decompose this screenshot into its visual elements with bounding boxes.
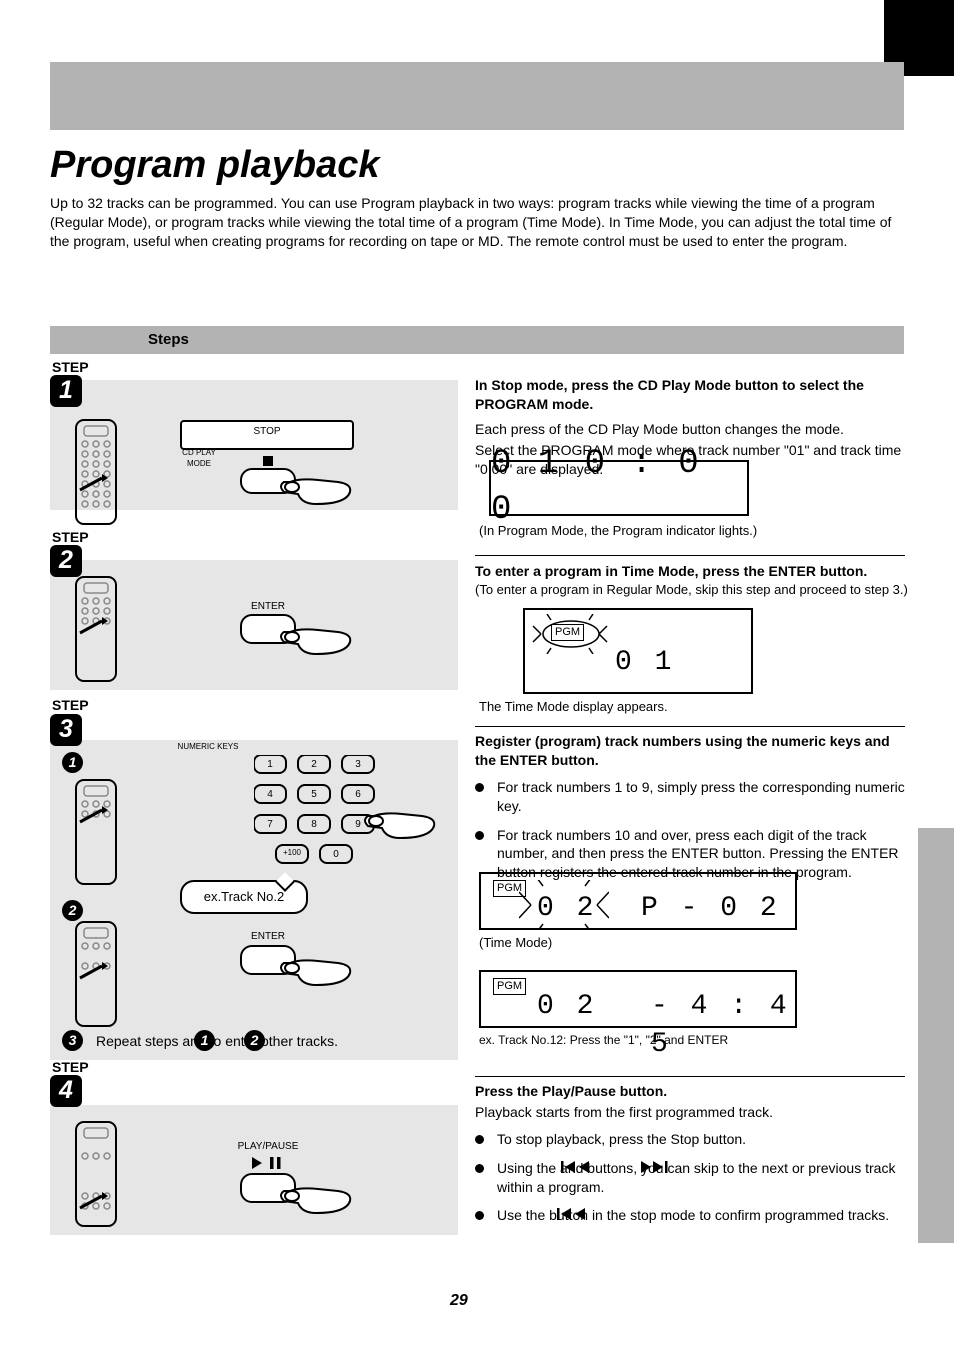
hand-pointer-icon — [278, 1183, 358, 1223]
r2-title: To enter a program in Time Mode, press t… — [475, 562, 911, 581]
hand-pointer-icon — [278, 955, 358, 995]
numkey-7[interactable]: 7 — [254, 818, 286, 832]
remote-control-icon — [74, 1120, 118, 1228]
right-step2: To enter a program in Time Mode, press t… — [475, 562, 911, 598]
numkey-plus100[interactable]: +100 — [276, 848, 308, 859]
r2-lcd: 0 1 PGM — [523, 608, 753, 694]
remote-control-icon — [74, 778, 118, 886]
skip-back-icon — [561, 1161, 589, 1173]
step3-number: 3 — [50, 714, 82, 746]
skip-back-icon — [557, 1208, 585, 1220]
flash-burst-icon — [531, 614, 611, 654]
play-pause-label: PLAY/PAUSE — [225, 1140, 311, 1154]
divider — [475, 1076, 905, 1077]
numkey-3[interactable]: 3 — [342, 758, 374, 772]
divider — [475, 555, 905, 556]
hand-pointer-icon — [278, 474, 358, 514]
r1-lcd-text: 0 1 0 : 0 0 — [491, 462, 747, 514]
step3-repeat-text: Repeat steps and to enter other tracks. — [96, 1032, 456, 1051]
r3-lcd1-right: P - 0 2 — [641, 890, 780, 928]
r1-lcd-wrap: 0 1 0 : 0 0 (In Program Mode, the Progra… — [475, 460, 911, 540]
r4-bullet2: Using the and buttons, you can skip to t… — [475, 1159, 911, 1197]
step-label: STEP — [52, 528, 89, 547]
r3-lcd2-wrap: PGM 0 2 - 4 : 4 5 ex. Track No.12: Press… — [475, 970, 911, 1048]
dashed-lcd-frame: STOP — [180, 420, 354, 450]
step3-sub3: 3 — [62, 1030, 83, 1051]
numkey-8[interactable]: 8 — [298, 818, 330, 832]
steps-heading: Steps — [148, 330, 189, 350]
hand-pointer-icon — [278, 624, 358, 664]
repeat-ref2: 2 — [244, 1030, 265, 1051]
r1-title: In Stop mode, press the CD Play Mode but… — [475, 376, 911, 414]
r3-lcd2: PGM 0 2 - 4 : 4 5 — [479, 970, 797, 1028]
right-step4: Press the Play/Pause button. Playback st… — [475, 1082, 911, 1235]
numeric-keys-label: NUMERIC KEYS — [168, 742, 248, 753]
r1-text1: Each press of the CD Play Mode button ch… — [475, 420, 911, 439]
r2-lcd-text: 0 1 — [615, 644, 674, 682]
stop-label: STOP — [182, 425, 352, 439]
step3-sub1: 1 — [62, 752, 83, 773]
enter-label: ENTER — [240, 600, 296, 614]
step-label: STEP — [52, 1058, 89, 1077]
r3-lcd2-left: 0 2 — [537, 988, 596, 1026]
r1-lcd: 0 1 0 : 0 0 — [489, 460, 749, 516]
step3-sub2: 2 — [62, 900, 83, 921]
numkey-6[interactable]: 6 — [342, 788, 374, 802]
page-number: 29 — [450, 1290, 468, 1312]
r3-bullet1: For track numbers 1 to 9, simply press t… — [475, 778, 911, 816]
r3-lcd1: PGM 0 2 P - 0 2 — [479, 872, 797, 930]
numkey-2[interactable]: 2 — [298, 758, 330, 772]
step2-number: 2 — [50, 545, 82, 577]
page-title: Program playback — [50, 140, 379, 191]
repeat-ref1: 1 — [194, 1030, 215, 1051]
r3-title: Register (program) track numbers using t… — [475, 732, 911, 770]
remote-control-icon — [74, 418, 118, 526]
r3-lcd1-wrap: PGM 0 2 P - 0 2 (Time Mode) — [475, 872, 911, 952]
hand-pointer-icon — [362, 808, 442, 848]
step1-number: 1 — [50, 375, 82, 407]
pgm-badge: PGM — [493, 978, 526, 995]
header-gray-bar — [50, 62, 904, 130]
numkey-5[interactable]: 5 — [298, 788, 330, 802]
numkey-1[interactable]: 1 — [254, 758, 286, 772]
r4-text1: Playback starts from the first programme… — [475, 1103, 911, 1122]
remote-control-icon — [74, 575, 118, 683]
step-label: STEP — [52, 696, 89, 715]
step4-number: 4 — [50, 1075, 82, 1107]
r4-bullet3: Use the button in the stop mode to confi… — [475, 1206, 911, 1225]
enter-label2: ENTER — [240, 930, 296, 944]
numkey-4[interactable]: 4 — [254, 788, 286, 802]
numkey-0[interactable]: 0 — [320, 848, 352, 862]
cd-play-mode-label: CD PLAY MODE — [174, 448, 224, 470]
stop-icon — [262, 455, 274, 467]
intro-paragraph: Up to 32 tracks can be programmed. You c… — [50, 194, 910, 251]
r2-text1: The Time Mode display appears. — [479, 698, 911, 716]
steps-heading-bar: Steps — [50, 326, 904, 354]
right-step3: Register (program) track numbers using t… — [475, 732, 911, 892]
r2-desc: (To enter a program in Regular Mode, ski… — [475, 581, 911, 599]
r2-lcd-wrap: 0 1 PGM The Time Mode display appears. — [475, 608, 911, 716]
remote-control-icon — [74, 920, 118, 1028]
skip-forward-icon — [641, 1161, 669, 1173]
divider — [475, 726, 905, 727]
step-label: STEP — [52, 358, 89, 377]
play-pause-icon — [252, 1157, 286, 1169]
r3-note1: (Time Mode) — [479, 934, 911, 952]
r3-lcd2-right: - 4 : 4 5 — [651, 988, 795, 1064]
r4-bullet1: To stop playback, press the Stop button. — [475, 1130, 911, 1149]
balloon1-text: ex.Track No.2 — [204, 889, 284, 904]
r4-title: Press the Play/Pause button. — [475, 1082, 911, 1101]
r3-lcd1-left: 0 2 — [537, 890, 596, 928]
side-tab — [918, 828, 954, 1243]
